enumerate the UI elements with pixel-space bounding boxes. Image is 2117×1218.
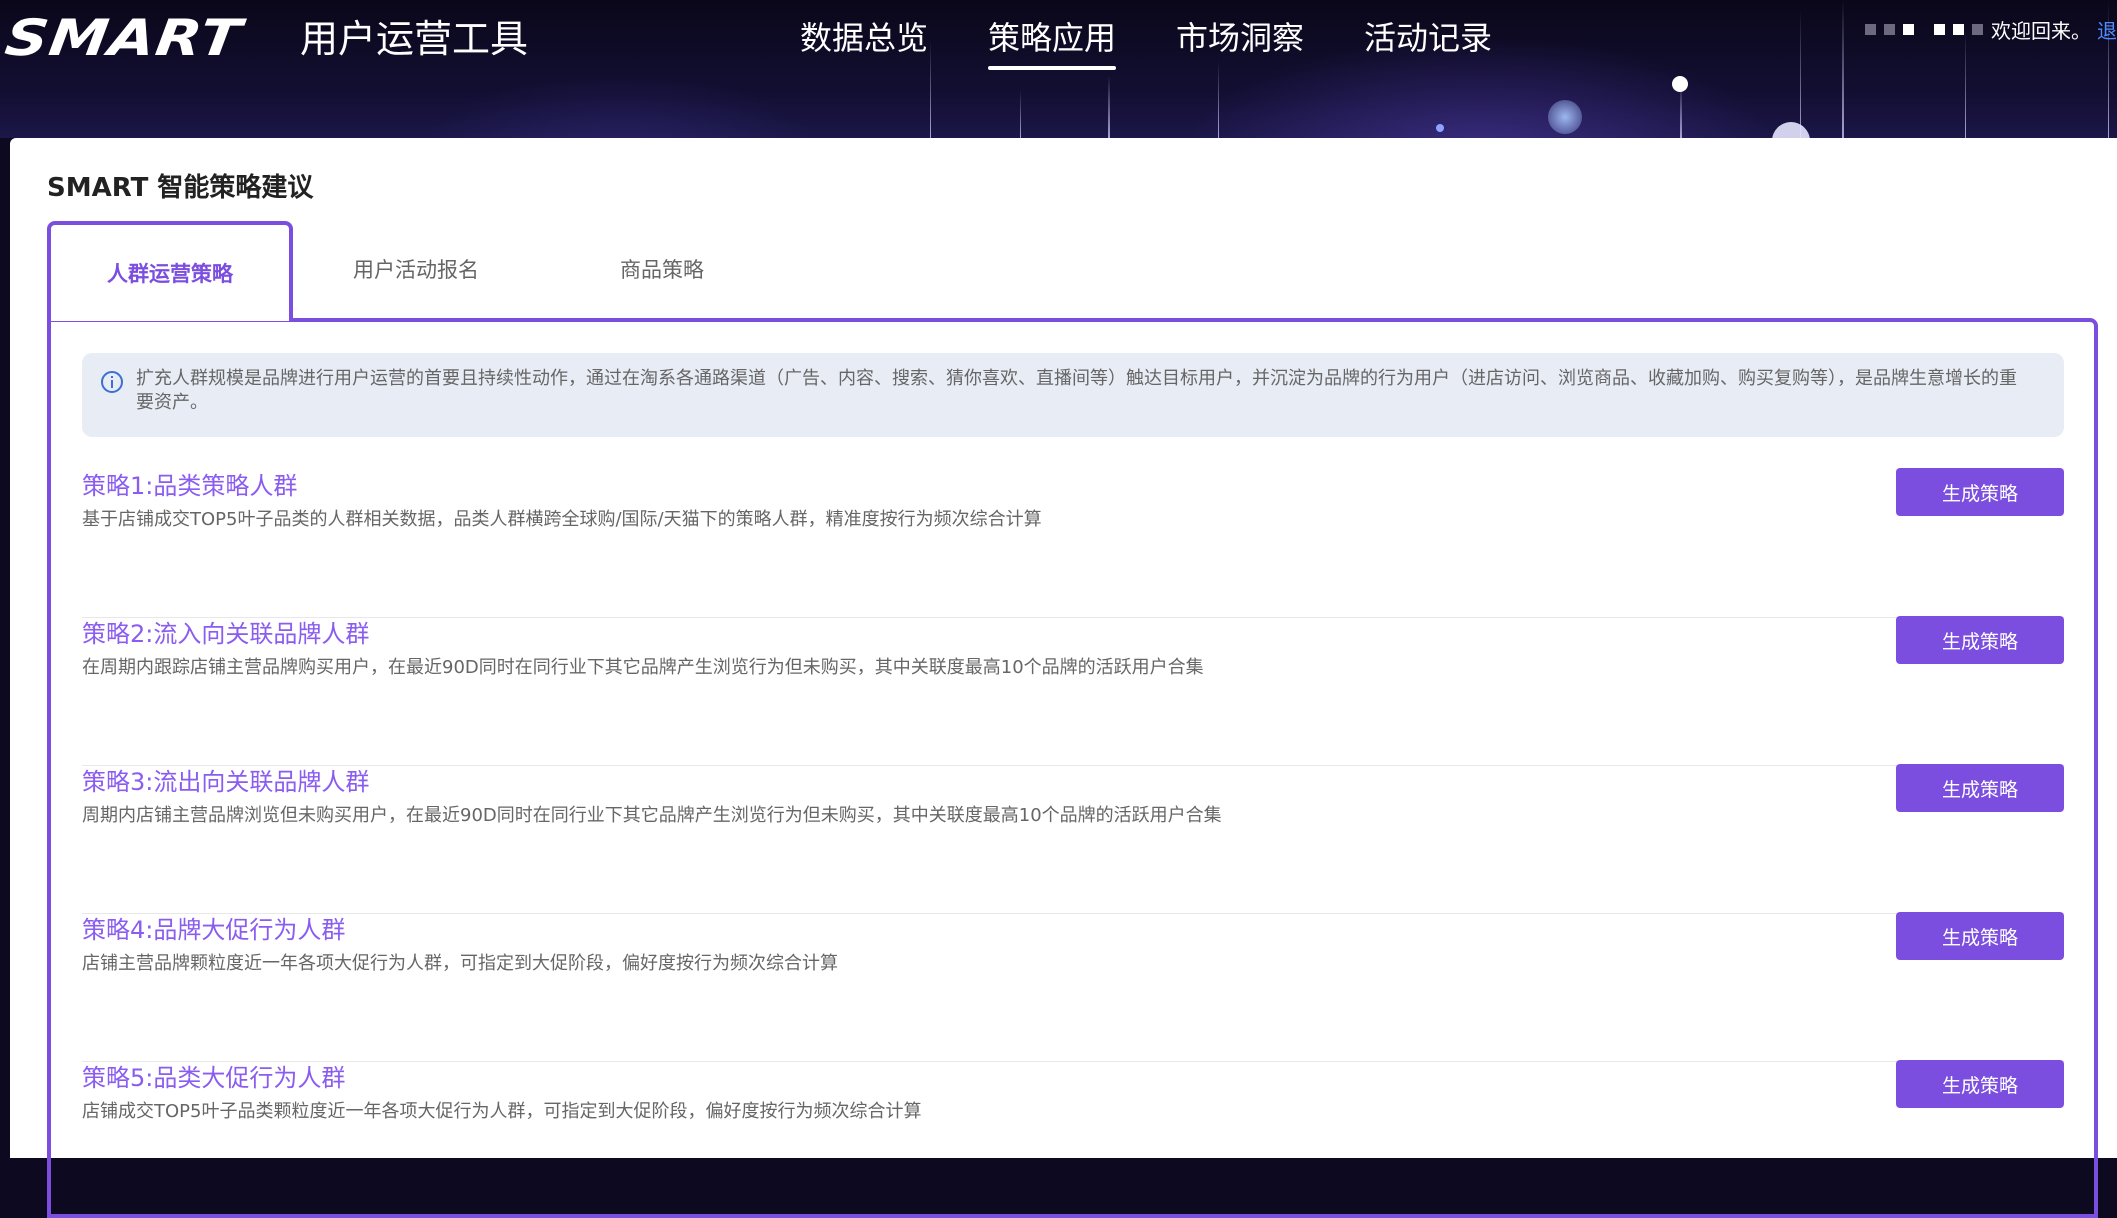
generate-strategy-button[interactable]: 生成策略 — [1896, 764, 2064, 812]
tab-audience-operation-strategy[interactable]: 人群运营策略 — [47, 221, 293, 321]
masked-username — [1865, 23, 1983, 35]
app-title: 用户运营工具 — [300, 17, 529, 61]
tab-product-strategy[interactable]: 商品策略 — [539, 221, 785, 317]
decorative-glow-dot — [1548, 100, 1582, 134]
decorative-glow-dot — [1436, 124, 1444, 132]
decorative-light-streak — [1842, 0, 1844, 138]
strategy-title: 策略2:流入向关联品牌人群 — [82, 620, 370, 648]
user-area: 欢迎回来。 退 — [1865, 14, 2117, 44]
nav-item-market-insight[interactable]: 市场洞察 — [1176, 14, 1304, 68]
strategy-title: 策略5:品类大促行为人群 — [82, 1064, 346, 1092]
list-item: 策略1:品类策略人群 基于店铺成交TOP5叶子品类的人群相关数据，品类人群横跨全… — [82, 468, 2064, 618]
strategy-list: 策略1:品类策略人群 基于店铺成交TOP5叶子品类的人群相关数据，品类人群横跨全… — [82, 468, 2064, 1210]
info-icon — [101, 371, 123, 393]
notice-text: 扩充人群规模是品牌进行用户运营的首要且持续性动作，通过在淘系各通路渠道（广告、内… — [136, 368, 2017, 413]
list-item: 策略4:品牌大促行为人群 店铺主营品牌颗粒度近一年各项大促行为人群，可指定到大促… — [82, 912, 2064, 1062]
welcome-text: 欢迎回来。 — [1991, 18, 2091, 43]
nav-item-strategy-application[interactable]: 策略应用 — [988, 14, 1117, 70]
decorative-light-streak — [1965, 30, 1966, 138]
nav-item-activity-records[interactable]: 活动记录 — [1364, 14, 1492, 68]
strategy-description: 店铺主营品牌颗粒度近一年各项大促行为人群，可指定到大促阶段，偏好度按行为频次综合… — [82, 953, 838, 974]
strategy-description: 基于店铺成交TOP5叶子品类的人群相关数据，品类人群横跨全球购/国际/天猫下的策… — [82, 509, 1042, 530]
strategy-title: 策略1:品类策略人群 — [82, 472, 298, 500]
strategy-description: 店铺成交TOP5叶子品类颗粒度近一年各项大促行为人群，可指定到大促阶段，偏好度按… — [82, 1101, 922, 1122]
strategy-card: SMART 智能策略建议 人群运营策略 用户活动报名 商品策略 扩充人群规模是品… — [10, 138, 2117, 1218]
generate-strategy-button[interactable]: 生成策略 — [1896, 912, 2064, 960]
decorative-glow-dot — [1672, 76, 1688, 92]
decorative-light-streak — [1020, 90, 1021, 138]
generate-strategy-button[interactable]: 生成策略 — [1896, 616, 2064, 664]
page-title: SMART 智能策略建议 — [47, 173, 314, 203]
strategy-description: 周期内店铺主营品牌浏览但未购买用户，在最近90D同时在同行业下其它品牌产生浏览行… — [82, 805, 1222, 826]
top-header: SMART 用户运营工具 数据总览 策略应用 市场洞察 活动记录 欢迎回来。 退 — [0, 0, 2117, 138]
strategy-title: 策略3:流出向关联品牌人群 — [82, 768, 370, 796]
strategy-title: 策略4:品牌大促行为人群 — [82, 916, 346, 944]
generate-strategy-button[interactable]: 生成策略 — [1896, 1060, 2064, 1108]
tab-user-activity-signup[interactable]: 用户活动报名 — [293, 221, 539, 317]
decorative-light-streak — [1108, 75, 1110, 138]
decorative-light-streak — [1800, 10, 1801, 138]
strategy-description: 在周期内跟踪店铺主营品牌购买用户，在最近90D同时在同行业下其它品牌产生浏览行为… — [82, 657, 1204, 678]
nav-item-data-overview[interactable]: 数据总览 — [800, 14, 928, 68]
logout-link[interactable]: 退 — [2097, 15, 2117, 44]
generate-strategy-button[interactable]: 生成策略 — [1896, 468, 2064, 516]
info-notice: 扩充人群规模是品牌进行用户运营的首要且持续性动作，通过在淘系各通路渠道（广告、内… — [82, 353, 2064, 437]
strategy-tabs: 人群运营策略 用户活动报名 商品策略 — [47, 221, 785, 321]
smart-logo[interactable]: SMART — [2, 8, 246, 68]
list-item: 策略5:品类大促行为人群 店铺成交TOP5叶子品类颗粒度近一年各项大促行为人群，… — [82, 1060, 2064, 1210]
decorative-glow-dot — [1772, 122, 1810, 138]
decorative-light-streak — [1218, 60, 1219, 138]
tab-panel: 扩充人群规模是品牌进行用户运营的首要且持续性动作，通过在淘系各通路渠道（广告、内… — [47, 318, 2098, 1218]
main-nav: 数据总览 策略应用 市场洞察 活动记录 — [800, 14, 1492, 70]
list-item: 策略2:流入向关联品牌人群 在周期内跟踪店铺主营品牌购买用户，在最近90D同时在… — [82, 616, 2064, 766]
list-item: 策略3:流出向关联品牌人群 周期内店铺主营品牌浏览但未购买用户，在最近90D同时… — [82, 764, 2064, 914]
